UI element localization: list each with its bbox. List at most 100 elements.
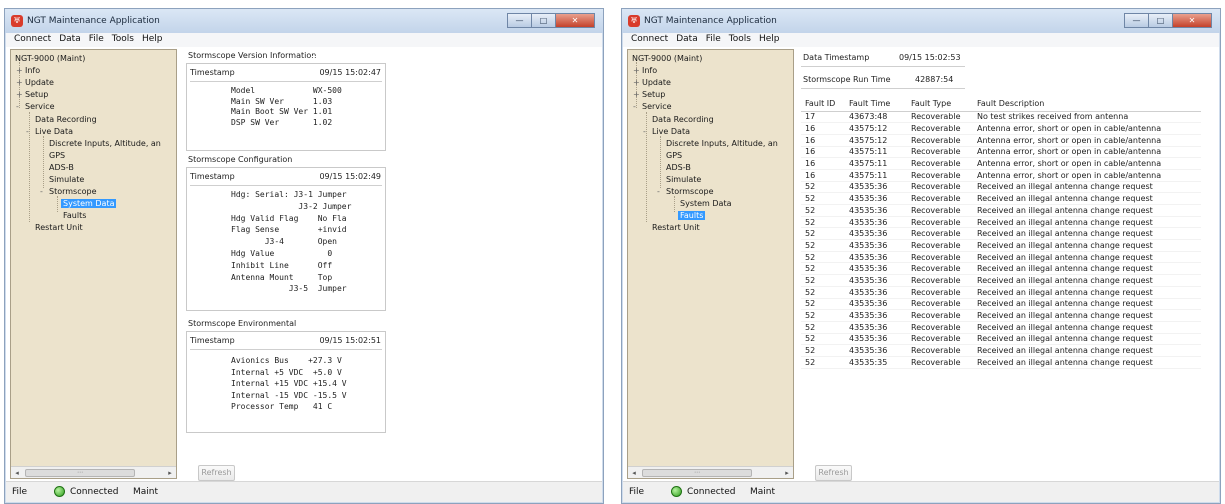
tree-item-restart-unit[interactable]: Restart Unit (35, 223, 83, 232)
menu-tools[interactable]: Tools (108, 33, 138, 47)
expand-icon[interactable]: + (633, 78, 641, 87)
scroll-left-icon[interactable]: ◂ (628, 468, 640, 478)
menu-file[interactable]: File (85, 33, 108, 47)
tree-item-adsb[interactable]: ADS-B (49, 163, 74, 172)
tree-item-stormscope[interactable]: Stormscope (666, 187, 714, 196)
table-row[interactable]: 52 43535:36 Recoverable Received an illegal… (801, 251, 1201, 264)
scrollbar-thumb[interactable]: ⋯ (642, 469, 752, 477)
tree-item-gps[interactable]: GPS (49, 151, 65, 160)
column-header-fault-time[interactable]: Fault Time (845, 97, 907, 112)
collapse-icon[interactable]: - (16, 102, 24, 111)
tree-item-setup[interactable]: Setup (642, 90, 665, 99)
tree-item-service[interactable]: Service (642, 102, 672, 111)
collapse-icon[interactable]: - (643, 127, 651, 136)
expand-icon[interactable]: + (16, 66, 24, 75)
table-row[interactable]: 52 43535:36 Recoverable Received an illegal… (801, 344, 1201, 357)
table-row[interactable]: 17 43673:48 Recoverable No test strikes rec… (801, 111, 1201, 124)
tree-item-stormscope[interactable]: Stormscope (49, 187, 97, 196)
refresh-button[interactable]: Refresh (815, 465, 852, 481)
tree-item-simulate[interactable]: Simulate (666, 175, 701, 184)
tree-item-restart-unit[interactable]: Restart Unit (652, 223, 700, 232)
menu-tools[interactable]: Tools (725, 33, 755, 47)
tree-item-service[interactable]: Service (25, 102, 55, 111)
table-row[interactable]: 52 43535:36 Recoverable Received an illegal… (801, 274, 1201, 287)
table-row[interactable]: 52 43535:36 Recoverable Received an illegal… (801, 298, 1201, 311)
expand-icon[interactable]: + (633, 66, 641, 75)
tree-item-info[interactable]: Info (642, 66, 657, 75)
table-row[interactable]: 52 43535:36 Recoverable Received an illegal… (801, 239, 1201, 252)
minimize-button[interactable]: — (1124, 13, 1148, 28)
table-row[interactable]: 52 43535:36 Recoverable Received an illegal… (801, 216, 1201, 229)
table-row[interactable]: 52 43535:36 Recoverable Received an illegal… (801, 192, 1201, 205)
menu-help[interactable]: Help (755, 33, 784, 47)
tree-item-info[interactable]: Info (25, 66, 40, 75)
maximize-button[interactable]: □ (531, 13, 555, 28)
tree-root[interactable]: NGT-9000 (Maint) (15, 54, 85, 63)
minimize-button[interactable]: — (507, 13, 531, 28)
collapse-icon[interactable]: - (26, 127, 34, 136)
close-button[interactable]: ✕ (1172, 13, 1212, 28)
tree-item-live-data[interactable]: Live Data (35, 127, 73, 136)
column-header-fault-type[interactable]: Fault Type (907, 97, 973, 112)
status-bar: File Connected Maint (623, 481, 1219, 502)
table-row[interactable]: 16 43575:12 Recoverable Antenna error, shor… (801, 134, 1201, 147)
table-row[interactable]: 52 43535:36 Recoverable Received an illegal… (801, 262, 1201, 276)
tree-item-system-data[interactable]: System Data (680, 199, 731, 208)
column-header-fault-description[interactable]: Fault Description (973, 97, 1201, 112)
refresh-button[interactable]: Refresh (198, 465, 235, 481)
collapse-icon[interactable]: - (657, 187, 665, 196)
tree-item-setup[interactable]: Setup (25, 90, 48, 99)
table-row[interactable]: 52 43535:36 Recoverable Received an illegal… (801, 321, 1201, 334)
tree-item-data-recording[interactable]: Data Recording (35, 115, 97, 124)
table-row[interactable]: 52 43535:36 Recoverable Received an illegal… (801, 181, 1201, 194)
scroll-right-icon[interactable]: ▸ (781, 468, 793, 478)
menu-file[interactable]: File (702, 33, 725, 47)
title-bar[interactable]: ♅ NGT Maintenance Application — □ ✕ (622, 9, 1220, 33)
maximize-button[interactable]: □ (1148, 13, 1172, 28)
tree-item-gps[interactable]: GPS (666, 151, 682, 160)
table-row[interactable]: 16 43575:11 Recoverable Antenna error, shor… (801, 146, 1201, 159)
scroll-left-icon[interactable]: ◂ (11, 468, 23, 478)
menu-data[interactable]: Data (672, 33, 702, 47)
table-row[interactable]: 52 43535:36 Recoverable Received an illegal… (801, 227, 1201, 241)
collapse-icon[interactable]: - (628, 54, 631, 63)
tree-horizontal-scrollbar[interactable]: ◂ ⋯ ▸ (11, 466, 176, 478)
column-header-fault-id[interactable]: Fault ID (801, 97, 845, 112)
tree-item-live-data[interactable]: Live Data (652, 127, 690, 136)
close-button[interactable]: ✕ (555, 13, 595, 28)
tree-item-discrete-inputs[interactable]: Discrete Inputs, Altitude, an (49, 139, 161, 148)
tree-item-simulate[interactable]: Simulate (49, 175, 84, 184)
table-row[interactable]: 52 43535:35 Recoverable Received an illegal… (801, 356, 1201, 369)
tree-item-update[interactable]: Update (25, 78, 54, 87)
scroll-right-icon[interactable]: ▸ (164, 468, 176, 478)
title-bar[interactable]: ♅ NGT Maintenance Application — □ ✕ (5, 9, 603, 33)
collapse-icon[interactable]: - (633, 102, 641, 111)
tree-item-adsb[interactable]: ADS-B (666, 163, 691, 172)
tree-item-update[interactable]: Update (642, 78, 671, 87)
expand-icon[interactable]: + (16, 90, 24, 99)
tree-root[interactable]: NGT-9000 (Maint) (632, 54, 702, 63)
menu-connect[interactable]: Connect (627, 33, 672, 47)
collapse-icon[interactable]: - (40, 187, 48, 196)
table-row[interactable]: 52 43535:36 Recoverable Received an illegal… (801, 286, 1201, 299)
tree-item-data-recording[interactable]: Data Recording (652, 115, 714, 124)
table-row[interactable]: 52 43535:36 Recoverable Received an illegal… (801, 204, 1201, 217)
tree-item-discrete-inputs[interactable]: Discrete Inputs, Altitude, an (666, 139, 778, 148)
menu-data[interactable]: Data (55, 33, 85, 47)
table-row[interactable]: 52 43535:36 Recoverable Received an illegal… (801, 309, 1201, 322)
table-row[interactable]: 16 43575:11 Recoverable Antenna error, shor… (801, 169, 1201, 182)
table-row[interactable]: 52 43535:36 Recoverable Received an illegal… (801, 333, 1201, 346)
collapse-icon[interactable]: - (11, 54, 14, 63)
tree-item-faults[interactable]: Faults (63, 211, 86, 220)
menu-help[interactable]: Help (138, 33, 167, 47)
table-row[interactable]: 16 43575:12 Recoverable Antenna error, shor… (801, 122, 1201, 135)
tree-item-faults[interactable]: Faults (678, 211, 706, 220)
table-row[interactable]: 16 43575:11 Recoverable Antenna error, shor… (801, 157, 1201, 170)
tree-horizontal-scrollbar[interactable]: ◂ ⋯ ▸ (628, 466, 793, 478)
menu-connect[interactable]: Connect (10, 33, 55, 47)
scrollbar-thumb[interactable]: ⋯ (25, 469, 135, 477)
timestamp-label: Timestamp (190, 336, 235, 345)
tree-item-system-data[interactable]: System Data (61, 199, 117, 208)
expand-icon[interactable]: + (16, 78, 24, 87)
expand-icon[interactable]: + (633, 90, 641, 99)
